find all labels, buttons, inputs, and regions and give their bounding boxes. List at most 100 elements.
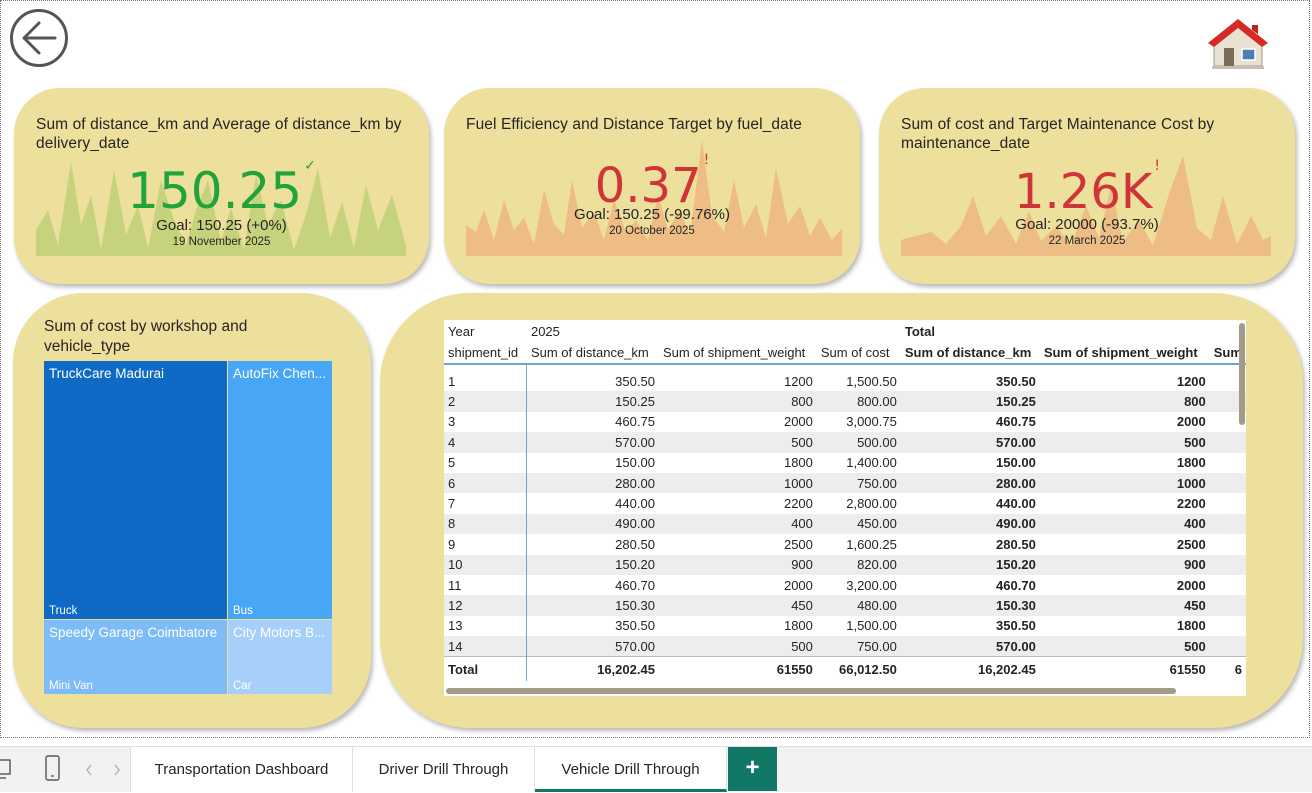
value-cell: 280.00 bbox=[526, 472, 659, 494]
value-cell: 1800 bbox=[1176, 455, 1206, 471]
home-button[interactable] bbox=[1206, 14, 1270, 74]
table-row[interactable]: 10 150.20 900 820.00 150.20 900 bbox=[444, 554, 1246, 575]
value-cell: 1,400.00 bbox=[846, 455, 897, 471]
table-row[interactable]: 5 150.00 1800 1,400.00 150.00 1800 bbox=[444, 452, 1246, 473]
tab-vehicle-drill-through[interactable]: Vehicle Drill Through bbox=[535, 747, 727, 792]
total-value-cell: 61550 bbox=[658, 656, 817, 682]
tab-driver-drill-through[interactable]: Driver Drill Through bbox=[353, 747, 535, 792]
row-id-cell: 6 bbox=[444, 472, 528, 494]
table-row[interactable]: 2 150.25 800 800.00 150.25 800 bbox=[444, 391, 1246, 412]
value-cell bbox=[1210, 493, 1246, 513]
value-cell: 490.00 bbox=[526, 513, 659, 535]
table-row[interactable]: 3 460.75 2000 3,000.75 460.75 2000 bbox=[444, 411, 1246, 433]
table-row[interactable]: 7 440.00 2200 2,800.00 440.00 2200 bbox=[444, 493, 1246, 514]
phone-layout-icon[interactable] bbox=[44, 755, 62, 783]
table-row[interactable]: 4 570.00 500 500.00 570.00 500 bbox=[444, 432, 1246, 453]
value-cell: 460.70 bbox=[615, 577, 655, 593]
value-cell: 1000 bbox=[658, 472, 817, 494]
matrix-year-label: Year bbox=[448, 324, 475, 339]
value-cell: 400 bbox=[658, 513, 817, 535]
value-cell: 2000 bbox=[783, 414, 813, 430]
table-total-row: Total 16,202.45 61550 66,012.50 16,202.45 615… bbox=[444, 656, 1246, 682]
matrix-spacer bbox=[444, 364, 1246, 371]
desktop-layout-icon[interactable] bbox=[0, 757, 14, 781]
table-row[interactable]: 1 350.50 1200 1,500.50 350.50 1200 bbox=[444, 371, 1246, 392]
treemap-cell-sublabel: Mini Van bbox=[49, 680, 93, 692]
add-page-button[interactable]: + bbox=[728, 747, 777, 791]
table-row[interactable]: 11 460.70 2000 3,200.00 460.70 2000 bbox=[444, 574, 1246, 596]
value-cell: 460.75 bbox=[996, 414, 1036, 430]
matrix-total-label: Total bbox=[904, 324, 935, 339]
matrix-year-value[interactable]: 2025 bbox=[527, 320, 901, 342]
table-row[interactable]: 6 280.00 1000 750.00 280.00 1000 bbox=[444, 472, 1246, 494]
value-cell: 500 bbox=[1039, 636, 1210, 657]
value-cell: 150.20 bbox=[526, 554, 659, 575]
treemap-cell-city-motors[interactable]: City Motors B... Car bbox=[228, 620, 332, 694]
value-cell: 150.20 bbox=[900, 554, 1040, 575]
kpi-title: Sum of distance_km and Average of distan… bbox=[36, 116, 402, 152]
value-cell: 570.00 bbox=[900, 432, 1040, 453]
row-id-cell: 9 bbox=[444, 534, 528, 555]
matrix-column-header[interactable]: Sum of shipment_weight bbox=[658, 342, 817, 365]
treemap-title: Sum of cost by workshop and vehicle_type bbox=[44, 318, 248, 355]
treemap-cell-truckcare-madurai[interactable]: TruckCare Madurai Truck bbox=[44, 361, 227, 619]
value-cell bbox=[1209, 432, 1246, 453]
row-id-cell: 14 bbox=[444, 636, 528, 657]
value-cell bbox=[1210, 534, 1246, 554]
kpi-value: 1.26K! bbox=[1014, 158, 1160, 220]
back-button[interactable] bbox=[10, 9, 68, 67]
table-row[interactable]: 12 150.30 450 480.00 150.30 450 bbox=[444, 595, 1246, 616]
value-cell: 2200 bbox=[1176, 496, 1206, 512]
value-cell: 570.00 bbox=[526, 432, 659, 453]
row-id-cell: 7 bbox=[444, 493, 528, 514]
row-id-cell: 2 bbox=[444, 391, 528, 412]
chevron-left-icon[interactable] bbox=[84, 763, 94, 777]
arrow-left-circle-icon bbox=[22, 21, 57, 55]
row-id-cell: 11 bbox=[444, 574, 528, 596]
value-cell: 570.00 bbox=[900, 636, 1040, 657]
tab-transportation-dashboard[interactable]: Transportation Dashboard bbox=[130, 747, 353, 792]
value-cell: 2500 bbox=[1176, 536, 1206, 552]
row-id-cell: 13 bbox=[444, 615, 528, 637]
table-row[interactable]: 8 490.00 400 450.00 490.00 400 bbox=[444, 513, 1246, 535]
value-cell: 800 bbox=[658, 391, 817, 412]
value-cell: 1,500.00 bbox=[846, 618, 897, 634]
matrix-total-column-header[interactable]: Sum of shipment_weight bbox=[1039, 342, 1210, 365]
matrix-total-column-header[interactable]: Sum of distance_km bbox=[900, 342, 1040, 365]
value-cell: 1000 bbox=[1039, 472, 1210, 494]
value-cell bbox=[1209, 513, 1246, 535]
table-row[interactable]: 14 570.00 500 750.00 570.00 500 bbox=[444, 636, 1246, 657]
value-cell bbox=[1210, 616, 1246, 636]
value-cell: 2,800.00 bbox=[846, 496, 897, 512]
value-cell: 2500 bbox=[783, 536, 813, 552]
value-cell: 400 bbox=[1039, 513, 1210, 535]
value-cell: 3,200.00 bbox=[846, 577, 897, 593]
value-cell bbox=[1209, 595, 1246, 616]
value-cell: 350.50 bbox=[996, 618, 1036, 634]
kpi-card-distance[interactable]: Sum of distance_km and Average of distan… bbox=[14, 88, 429, 284]
total-value-cell: 16,202.45 bbox=[526, 656, 659, 682]
row-id-cell: 10 bbox=[444, 554, 528, 575]
kpi-card-maintenance-cost[interactable]: Sum of cost and Target Maintenance Cost … bbox=[879, 88, 1295, 284]
status-alert-icon: ! bbox=[1154, 158, 1160, 174]
treemap-cell-sublabel: Bus bbox=[233, 605, 253, 617]
matrix-column-header[interactable]: Sum of distance_km bbox=[526, 342, 659, 365]
total-value-cell: 66,012.50 bbox=[816, 656, 901, 682]
matrix-vertical-scrollbar[interactable] bbox=[1239, 323, 1245, 425]
value-cell bbox=[1209, 554, 1246, 575]
value-cell: 450.00 bbox=[816, 513, 901, 535]
matrix-visual[interactable]: Year 2025 Total shipment_id Sum of dista… bbox=[444, 320, 1246, 696]
treemap-cell-label: AutoFix Chen... bbox=[233, 366, 327, 381]
table-row[interactable]: 13 350.50 1800 1,500.00 350.50 1800 bbox=[444, 615, 1246, 637]
treemap-cell-label: Speedy Garage Coimbatore bbox=[49, 625, 218, 640]
matrix-row-header[interactable]: shipment_id bbox=[444, 342, 527, 365]
chevron-right-icon[interactable] bbox=[112, 763, 122, 777]
table-row[interactable]: 9 280.50 2500 1,600.25 280.50 2500 bbox=[444, 534, 1246, 555]
status-alert-icon: ! bbox=[703, 152, 710, 168]
kpi-value: 0.37! bbox=[594, 152, 710, 214]
kpi-card-fuel-efficiency[interactable]: Fuel Efficiency and Distance Target by f… bbox=[444, 88, 860, 284]
matrix-column-header[interactable]: Sum of cost bbox=[816, 342, 901, 365]
treemap-cell-speedy-garage[interactable]: Speedy Garage Coimbatore Mini Van bbox=[44, 620, 227, 694]
treemap-cell-autofix[interactable]: AutoFix Chen... Bus bbox=[228, 361, 332, 619]
matrix-horizontal-scrollbar[interactable] bbox=[446, 688, 1176, 694]
